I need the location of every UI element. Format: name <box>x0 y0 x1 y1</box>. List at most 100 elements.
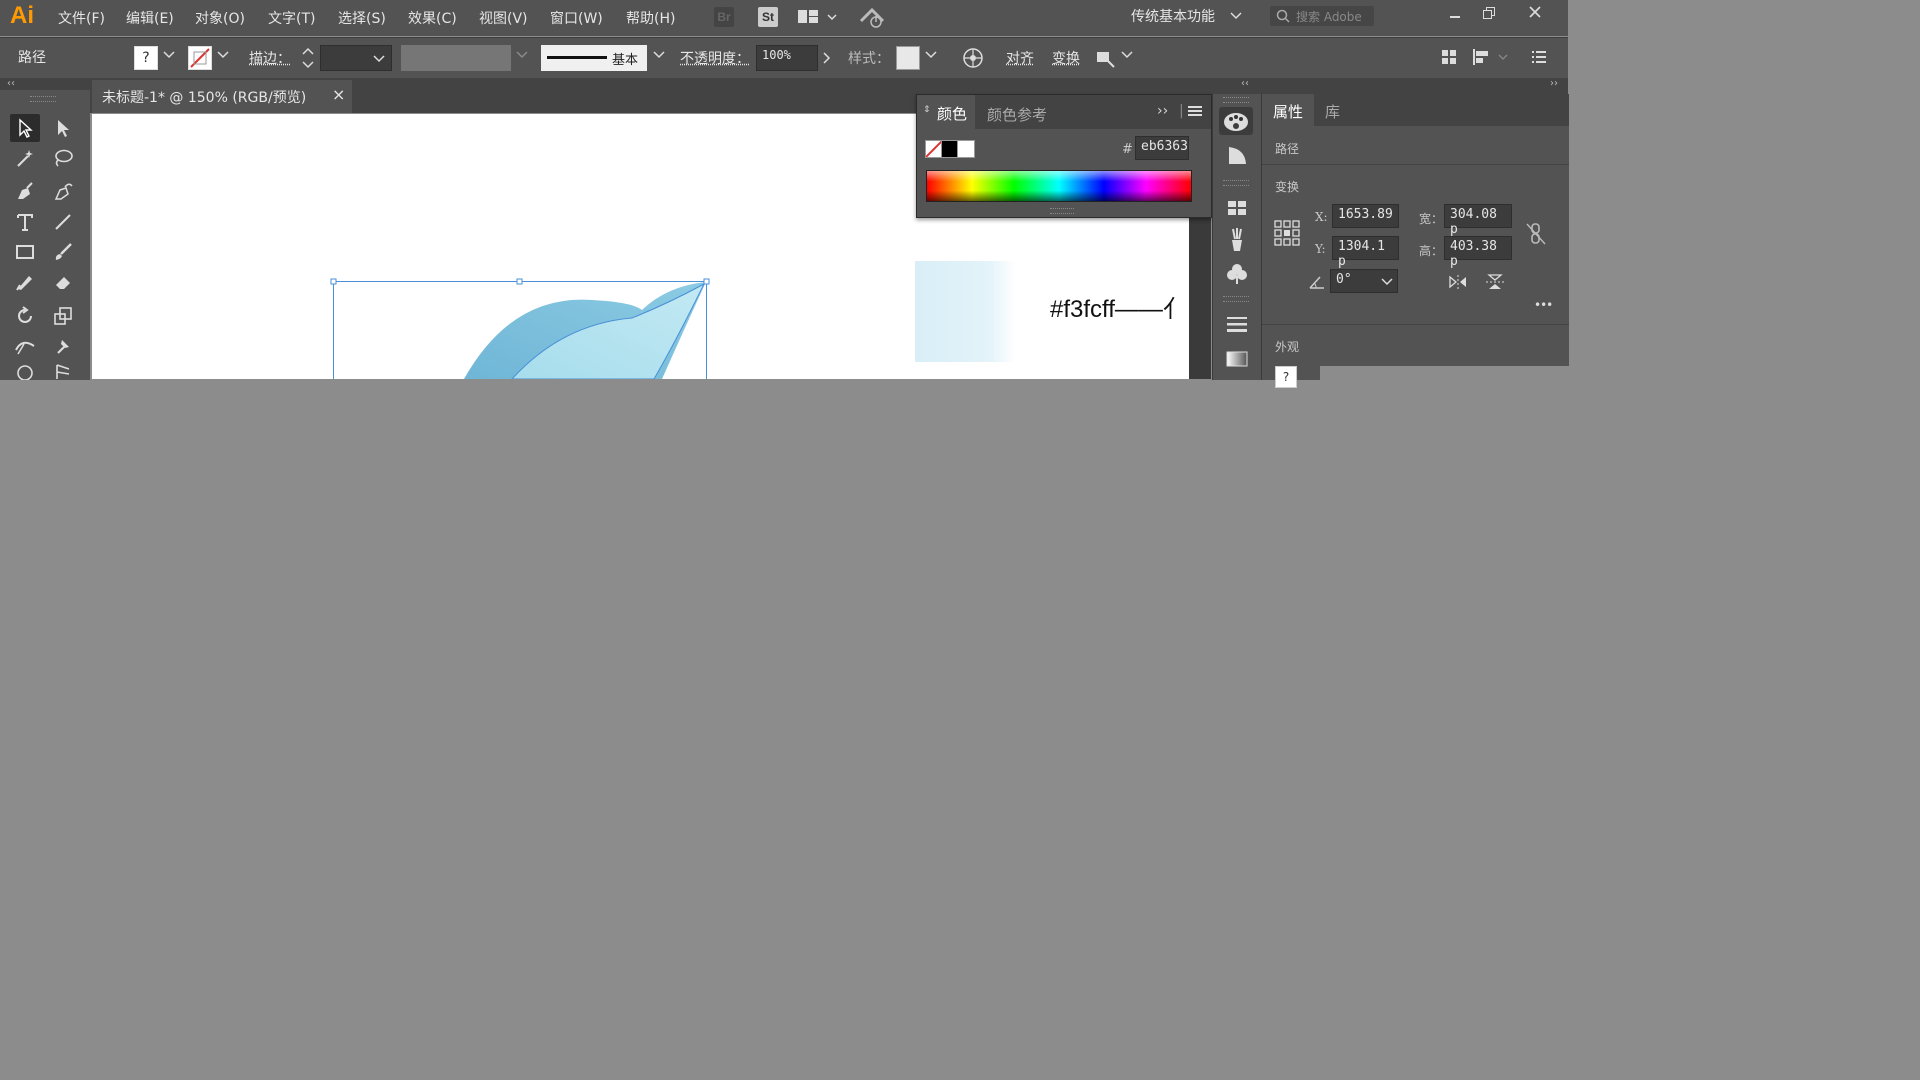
color-swatch-sample[interactable] <box>915 261 1015 362</box>
shape-builder-tool-icon[interactable] <box>10 362 40 380</box>
menu-view[interactable]: 视图(V) <box>479 8 528 28</box>
document-tab[interactable]: 未标题-1* @ 150% (RGB/预览) × <box>92 80 352 113</box>
brushes-icon[interactable] <box>1226 227 1248 253</box>
strip-grip[interactable] <box>1223 296 1249 302</box>
shaper-tool-icon[interactable] <box>10 268 40 296</box>
more-options-icon[interactable]: ••• <box>1534 298 1553 312</box>
flip-vertical-icon[interactable] <box>1485 273 1505 291</box>
puppet-warp-tool-icon[interactable] <box>48 332 78 360</box>
isolate-selected-icon[interactable] <box>1094 47 1116 69</box>
workspace-chevron-down-icon[interactable] <box>1230 11 1242 24</box>
menu-object[interactable]: 对象(O) <box>195 8 245 28</box>
pen-tool-icon[interactable] <box>10 178 40 206</box>
fill-swatch[interactable]: ? <box>134 46 158 70</box>
menu-file[interactable]: 文件(F) <box>58 8 105 28</box>
strip-grip[interactable] <box>1223 97 1249 103</box>
expand-panels-right-icon[interactable]: ›› <box>1550 78 1558 89</box>
line-segment-tool-icon[interactable] <box>48 208 78 236</box>
stroke-label[interactable]: 描边： <box>249 48 291 68</box>
transform-link[interactable]: 变换 <box>1052 48 1080 68</box>
white-swatch[interactable] <box>957 140 975 158</box>
restore-icon[interactable] <box>1480 4 1498 22</box>
menu-select[interactable]: 选择(S) <box>338 8 386 28</box>
curvature-tool-icon[interactable] <box>48 178 78 206</box>
y-field[interactable]: 1304.1 p <box>1332 236 1399 269</box>
magic-wand-tool-icon[interactable] <box>10 144 40 172</box>
color-spectrum-ramp[interactable] <box>926 170 1192 202</box>
selection-tool-icon[interactable] <box>10 114 40 142</box>
align-objects-icon[interactable] <box>1472 48 1508 66</box>
gpu-performance-icon[interactable] <box>858 7 886 29</box>
tab-properties[interactable]: 属性 <box>1262 94 1314 126</box>
menu-edit[interactable]: 编辑(E) <box>126 8 174 28</box>
color-guide-icon[interactable] <box>1226 144 1248 166</box>
brush-definition-field[interactable]: 基本 <box>541 45 647 71</box>
workspace-switcher[interactable]: 传统基本功能 <box>1131 6 1215 26</box>
bounding-box-handle[interactable] <box>703 278 710 285</box>
recolor-artwork-icon[interactable] <box>962 47 984 69</box>
color-panel-icon[interactable] <box>1219 107 1253 135</box>
tab-color[interactable]: ⇕ 颜色 <box>917 95 975 129</box>
x-field[interactable]: 1653.89 <box>1332 204 1399 228</box>
stroke-weight-field[interactable] <box>320 45 392 71</box>
grid-layout-icon[interactable] <box>1440 48 1458 66</box>
stroke-weight-stepper[interactable] <box>300 45 316 71</box>
bounding-box-handle[interactable] <box>330 278 337 285</box>
color-panel-menu-icon[interactable] <box>1188 105 1202 121</box>
collapse-toolbar-icon[interactable]: ‹‹ <box>7 78 15 89</box>
variable-width-profile[interactable] <box>401 45 511 71</box>
type-tool-icon[interactable] <box>10 208 40 236</box>
close-window-icon[interactable] <box>1526 3 1544 21</box>
reference-point-icon[interactable] <box>1274 220 1300 246</box>
toolbar-grip[interactable] <box>30 96 56 102</box>
opacity-label[interactable]: 不透明度： <box>680 48 750 68</box>
stroke-weight-chevron-down-icon[interactable] <box>373 53 385 67</box>
strip-grip[interactable] <box>1223 180 1249 186</box>
constrain-proportions-link-icon[interactable] <box>1525 222 1547 246</box>
rectangle-tool-icon[interactable] <box>10 238 40 266</box>
perspective-grid-tool-icon[interactable] <box>48 362 78 380</box>
isolate-chevron-down-icon[interactable] <box>1121 50 1133 63</box>
hex-value-field[interactable]: eb6363 <box>1135 136 1189 160</box>
menu-type[interactable]: 文字(T) <box>268 8 315 28</box>
menu-window[interactable]: 窗口(W) <box>550 8 603 28</box>
arrange-documents-icon[interactable] <box>797 8 837 26</box>
lasso-tool-icon[interactable] <box>48 144 78 172</box>
menu-help[interactable]: 帮助(H) <box>626 8 675 28</box>
rotate-angle-field[interactable]: 0° <box>1330 269 1398 293</box>
bounding-box-handle[interactable] <box>516 278 523 285</box>
stroke-none-swatch[interactable] <box>188 46 212 70</box>
opacity-field[interactable]: 100% <box>756 45 818 71</box>
width-field[interactable]: 304.08 p <box>1444 204 1512 237</box>
appearance-fill-swatch[interactable]: ? <box>1275 366 1297 388</box>
gradient-panel-icon[interactable] <box>1226 349 1248 369</box>
swatches-icon[interactable] <box>1226 197 1248 219</box>
angle-chevron-down-icon[interactable] <box>1381 276 1393 291</box>
width-profile-chevron-down-icon[interactable] <box>516 50 528 63</box>
color-panel-resize-grip[interactable] <box>1050 208 1074 214</box>
panel-menu-icon[interactable] <box>1530 48 1548 66</box>
scale-tool-icon[interactable] <box>48 302 78 330</box>
menu-effect[interactable]: 效果(C) <box>408 8 457 28</box>
graphic-style-swatch[interactable] <box>896 46 920 70</box>
tab-libraries[interactable]: 库 <box>1325 101 1340 122</box>
close-tab-icon[interactable]: × <box>332 85 345 104</box>
style-chevron-down-icon[interactable] <box>925 50 937 63</box>
width-tool-icon[interactable] <box>10 332 40 360</box>
double-chevron-right-icon[interactable]: ›› <box>1157 103 1168 119</box>
eraser-tool-icon[interactable] <box>48 268 78 296</box>
stock-icon[interactable]: St <box>758 7 778 27</box>
brush-chevron-down-icon[interactable] <box>653 50 665 63</box>
flip-horizontal-icon[interactable] <box>1448 274 1468 290</box>
tab-color-guide[interactable]: 颜色参考 <box>987 104 1047 125</box>
stroke-panel-icon[interactable] <box>1226 314 1248 334</box>
rotate-tool-icon[interactable] <box>10 302 40 330</box>
symbols-icon[interactable] <box>1226 262 1248 286</box>
search-adobe-field[interactable]: 搜索 Adobe <box>1270 6 1374 26</box>
align-link[interactable]: 对齐 <box>1006 48 1034 68</box>
bridge-icon[interactable]: Br <box>714 7 734 27</box>
height-field[interactable]: 403.38 p <box>1444 236 1512 269</box>
fill-chevron-down-icon[interactable] <box>163 50 175 63</box>
opacity-chevron-right-icon[interactable] <box>820 47 836 69</box>
collapse-panels-left-icon[interactable]: ‹‹ <box>1241 78 1249 89</box>
